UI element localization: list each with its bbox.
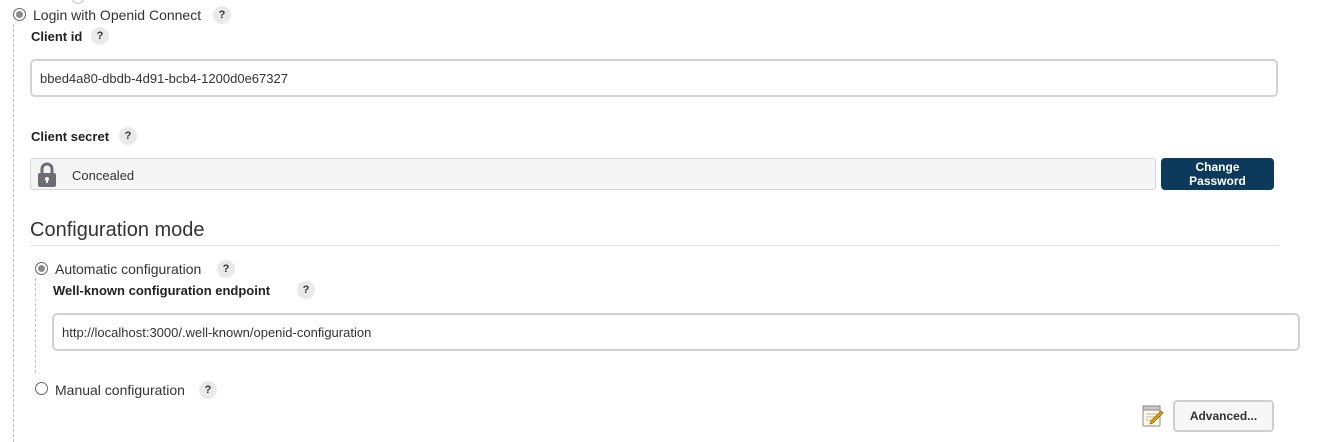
client-id-label: Client id bbox=[31, 29, 83, 44]
client-secret-label: Client secret bbox=[31, 129, 110, 144]
automatic-config-radio[interactable] bbox=[35, 262, 48, 275]
endpoint-input[interactable] bbox=[52, 313, 1300, 351]
manual-config-radio[interactable] bbox=[35, 382, 48, 395]
lock-icon bbox=[36, 162, 58, 188]
partial-radio-top bbox=[72, 0, 84, 4]
endpoint-label: Well-known configuration endpoint bbox=[53, 283, 271, 298]
notepad-edit-icon bbox=[1141, 404, 1165, 428]
client-secret-field: Concealed bbox=[30, 158, 1156, 190]
oidc-radio[interactable] bbox=[13, 8, 26, 21]
client-id-input[interactable] bbox=[30, 59, 1278, 97]
manual-config-help-icon[interactable]: ? bbox=[199, 381, 217, 399]
client-secret-help-icon[interactable]: ? bbox=[119, 127, 137, 145]
client-id-help-icon[interactable]: ? bbox=[91, 27, 109, 45]
configuration-mode-heading: Configuration mode bbox=[30, 219, 205, 241]
client-secret-value: Concealed bbox=[72, 168, 135, 183]
automatic-config-help-icon[interactable]: ? bbox=[217, 260, 235, 278]
change-password-button[interactable]: Change Password bbox=[1161, 158, 1274, 190]
advanced-button[interactable]: Advanced... bbox=[1173, 400, 1274, 432]
oidc-radio-label: Login with Openid Connect bbox=[33, 7, 202, 23]
manual-config-label: Manual configuration bbox=[55, 382, 185, 398]
oidc-help-icon[interactable]: ? bbox=[213, 6, 231, 24]
automatic-config-label: Automatic configuration bbox=[55, 261, 202, 277]
endpoint-help-icon[interactable]: ? bbox=[297, 281, 315, 299]
automatic-config-guide bbox=[35, 278, 36, 373]
configuration-mode-divider bbox=[30, 245, 1279, 246]
oidc-section-guide bbox=[13, 24, 14, 442]
